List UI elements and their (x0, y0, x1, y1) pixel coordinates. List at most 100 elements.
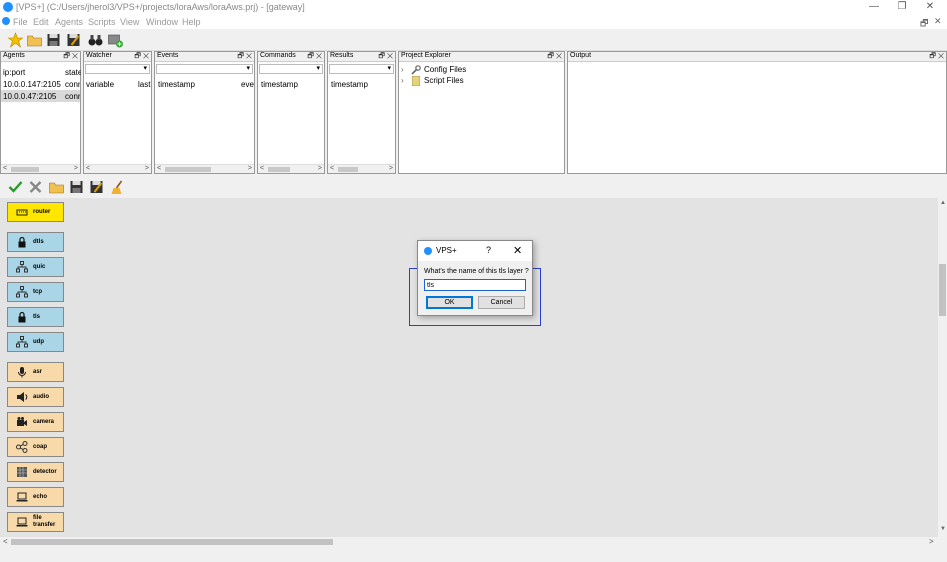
project-explorer-controls[interactable]: 🗗 ✕ (547, 52, 562, 63)
palette-button-camera[interactable]: camera (7, 412, 64, 432)
watcher-panel-header: Watcher 🗗 ✕ (84, 52, 151, 62)
layer-name-input[interactable] (424, 279, 526, 291)
help-button[interactable]: ? (486, 245, 491, 255)
palette-button-detector[interactable]: detector (7, 462, 64, 482)
palette-button-quic[interactable]: quic (7, 257, 64, 277)
broom-icon[interactable] (109, 179, 126, 195)
palette-button-dtls[interactable]: dtls (7, 232, 64, 252)
agents-col-ipport[interactable]: ip:port (3, 68, 25, 77)
laptop-icon (16, 492, 28, 502)
results-col-timestamp[interactable]: timestamp (331, 80, 368, 89)
agents-hscrollbar[interactable]: < > (1, 164, 80, 173)
events-col-event[interactable]: eve (241, 80, 254, 89)
results-hscrollbar[interactable]: < > (328, 164, 395, 173)
camera-icon (17, 417, 27, 426)
scroll-thumb[interactable] (268, 167, 290, 172)
scroll-up-icon[interactable]: ▲ (940, 200, 946, 206)
watcher-panel-controls[interactable]: 🗗 ✕ (134, 52, 149, 63)
events-hscrollbar[interactable]: < > (155, 164, 254, 173)
menu-help[interactable]: Help (182, 17, 201, 27)
chevron-down-icon: ▾ (246, 65, 250, 72)
menu-view[interactable]: View (120, 17, 139, 27)
commands-panel: Commands 🗗 ✕ ▾ timestamp < > (257, 51, 325, 174)
results-panel-controls[interactable]: 🗗 ✕ (378, 52, 393, 63)
scroll-thumb[interactable] (11, 539, 333, 545)
palette-button-echo[interactable]: echo (7, 487, 64, 507)
scroll-left-icon[interactable]: < (3, 537, 8, 546)
events-panel-header: Events 🗗 ✕ (155, 52, 254, 62)
commands-col-timestamp[interactable]: timestamp (261, 80, 298, 89)
results-panel-title: Results (330, 52, 354, 59)
tree-item-config-files[interactable]: › Config Files (401, 65, 561, 76)
palette-button-router[interactable]: router (7, 202, 64, 222)
chevron-right-icon[interactable]: › (401, 65, 404, 74)
palette-button-udp[interactable]: udp (7, 332, 64, 352)
canvas-vscrollbar[interactable]: ▲ ▼ (938, 198, 947, 537)
watcher-dropdown[interactable]: ▾ (85, 64, 150, 74)
menu-file[interactable]: File (13, 17, 28, 27)
menu-scripts[interactable]: Scripts (88, 17, 116, 27)
palette-button-file-transfer[interactable]: file transfer (7, 512, 64, 532)
mdi-close-button[interactable]: ✕ (934, 16, 942, 27)
dialog-title: VPS+ (436, 246, 457, 255)
agents-panel-controls[interactable]: 🗗 ✕ (63, 52, 78, 63)
scroll-thumb[interactable] (165, 167, 211, 172)
scroll-thumb[interactable] (939, 264, 946, 316)
canvas-hscrollbar[interactable]: < > (0, 537, 947, 547)
palette-button-coap[interactable]: coap (7, 437, 64, 457)
palette-button-asr[interactable]: asr (7, 362, 64, 382)
ok-button[interactable]: OK (426, 296, 473, 309)
dialog-close-button[interactable]: ✕ (513, 244, 522, 257)
table-row[interactable]: 10.0.0.147:2105 conn (1, 78, 80, 90)
watcher-col-variable[interactable]: variable (86, 80, 114, 89)
menu-edit[interactable]: Edit (33, 17, 49, 27)
watcher-panel: Watcher 🗗 ✕ ▾ variable last < > (83, 51, 152, 174)
commands-dropdown[interactable]: ▾ (259, 64, 323, 74)
results-dropdown[interactable]: ▾ (329, 64, 394, 74)
palette-button-label: detector (33, 469, 57, 475)
minimize-button[interactable]: — (862, 1, 886, 13)
watcher-hscrollbar[interactable]: < > (84, 164, 151, 173)
scroll-down-icon[interactable]: ▼ (940, 526, 946, 532)
scroll-thumb[interactable] (338, 167, 358, 172)
scroll-right-icon[interactable]: > (929, 537, 934, 546)
scroll-thumb[interactable] (11, 167, 39, 172)
save-icon[interactable] (45, 32, 62, 48)
check-icon[interactable] (7, 179, 24, 195)
cancel-button[interactable]: Cancel (478, 296, 525, 309)
palette-button-tcp[interactable]: tcp (7, 282, 64, 302)
table-row-selected[interactable]: 10.0.0.47:2105 conn (1, 90, 80, 102)
tree-item-script-files[interactable]: › Script Files (401, 76, 561, 87)
close-window-button[interactable]: ✕ (918, 1, 942, 13)
restore-button[interactable]: ❐ (890, 1, 914, 13)
network-icon (16, 286, 28, 298)
commands-hscrollbar[interactable]: < > (258, 164, 324, 173)
palette-button-audio[interactable]: audio (7, 387, 64, 407)
output-panel-header: Output 🗗 ✕ (568, 52, 946, 62)
open-folder-icon[interactable] (48, 179, 65, 195)
chevron-right-icon[interactable]: › (401, 76, 404, 85)
palette-button-tls[interactable]: tls (7, 307, 64, 327)
new-project-star-icon[interactable] (7, 32, 24, 48)
agents-panel-header: Agents 🗗 ✕ (1, 52, 80, 62)
menu-agents[interactable]: Agents (55, 17, 83, 27)
open-folder-icon[interactable] (26, 32, 43, 48)
events-panel-controls[interactable]: 🗗 ✕ (237, 52, 252, 63)
watcher-col-last[interactable]: last (138, 80, 150, 89)
events-dropdown[interactable]: ▾ (156, 64, 253, 74)
save-as-icon[interactable] (88, 179, 105, 195)
cancel-x-icon[interactable] (27, 179, 44, 195)
chevron-down-icon: ▾ (143, 65, 147, 72)
results-panel: Results 🗗 ✕ ▾ timestamp < > (327, 51, 396, 174)
binoculars-icon[interactable] (87, 32, 104, 48)
save-icon[interactable] (68, 179, 85, 195)
commands-panel-controls[interactable]: 🗗 ✕ (307, 52, 322, 63)
menu-window[interactable]: Window (146, 17, 178, 27)
status-bar (0, 547, 947, 562)
save-as-icon[interactable] (65, 32, 82, 48)
events-col-timestamp[interactable]: timestamp (158, 80, 195, 89)
output-panel-controls[interactable]: 🗗 ✕ (929, 52, 944, 63)
agents-col-state[interactable]: state (65, 68, 81, 77)
add-agent-icon[interactable] (107, 32, 124, 48)
dialog-titlebar: VPS+ ? ✕ (418, 241, 532, 261)
